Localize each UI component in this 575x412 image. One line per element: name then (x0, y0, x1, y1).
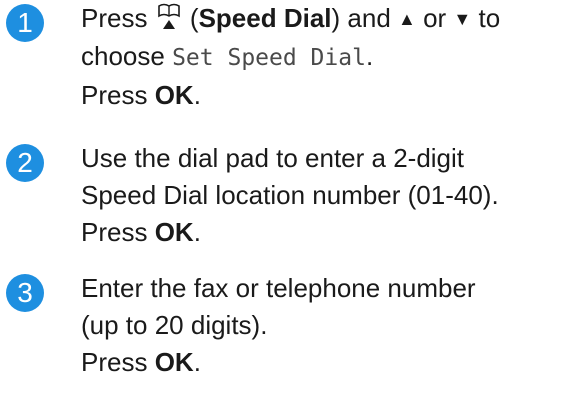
instruction-text: choose (81, 41, 173, 71)
instruction-text: to (471, 3, 501, 33)
instruction-text: ) and (331, 3, 399, 33)
instruction-text: Press (81, 347, 155, 377)
menu-item-name: Set Speed Dial (172, 45, 366, 71)
step-instructions: Use the dial pad to enter a 2-digit Spee… (81, 140, 571, 251)
instruction-line: Use the dial pad to enter a 2-digit (81, 143, 465, 173)
step-3: 3 Enter the fax or telephone number (up … (0, 270, 575, 390)
instruction-text: . (193, 217, 201, 247)
instruction-line: Press OK. (81, 214, 571, 251)
step-1: 1 Press (Speed Dial) and ▲ or ▼ to choos… (0, 0, 575, 130)
instruction-text: Press (81, 217, 155, 247)
instruction-line: Speed Dial location number (01-40). (81, 180, 499, 210)
instruction-text: Press (81, 80, 155, 110)
instruction-line: Press OK. (81, 77, 571, 114)
instruction-text: Press (81, 3, 155, 33)
ok-key-label: OK (154, 347, 194, 377)
ok-key-label: OK (154, 80, 194, 110)
instruction-line: Press (Speed Dial) and ▲ or ▼ to (81, 0, 571, 38)
instruction-line: Enter the fax or telephone number (81, 273, 476, 303)
instruction-line: Press OK. (81, 344, 571, 381)
step-number-badge: 3 (6, 274, 44, 312)
instruction-text: . (365, 41, 374, 71)
ok-key-label: OK (154, 217, 194, 247)
instruction-text: ( (182, 3, 199, 33)
step-2: 2 Use the dial pad to enter a 2-digit Sp… (0, 140, 575, 260)
instruction-text: . (193, 347, 201, 377)
instruction-text: or (415, 3, 454, 33)
instruction-text: . (193, 80, 201, 110)
up-arrow-icon: ▲ (398, 9, 416, 29)
down-arrow-icon: ▼ (453, 9, 472, 29)
step-instructions: Enter the fax or telephone number (up to… (81, 270, 571, 381)
step-instructions: Press (Speed Dial) and ▲ or ▼ to choose … (81, 0, 571, 114)
speed-dial-key-label: Speed Dial (198, 3, 332, 33)
step-number-badge: 2 (6, 144, 44, 182)
instruction-line: (up to 20 digits). (81, 310, 268, 340)
step-number-badge: 1 (6, 4, 44, 42)
speed-dial-book-icon (157, 3, 180, 29)
instruction-line: choose Set Speed Dial. (81, 38, 571, 77)
